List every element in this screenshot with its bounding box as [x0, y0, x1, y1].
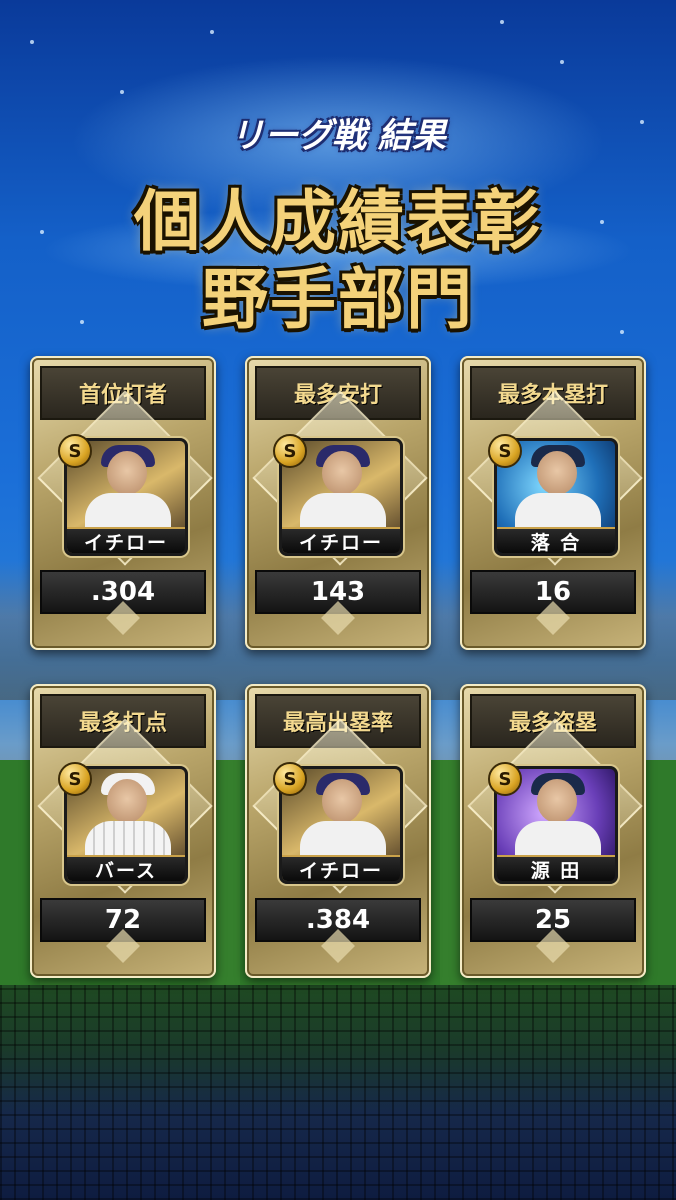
player-name: イチロー [67, 527, 185, 553]
s-rank-badge-icon: S [58, 762, 92, 796]
s-rank-badge-icon: S [273, 762, 307, 796]
result-subtitle: リーグ戦 結果 [230, 116, 446, 156]
s-rank-badge-icon: S [273, 434, 307, 468]
player-name: バース [67, 855, 185, 881]
award-card-home-runs[interactable]: 最多本塁打 S 落 合 16 [460, 356, 646, 650]
award-card-on-base[interactable]: 最高出塁率 S イチロー .384 [245, 684, 431, 978]
backstop-netting [0, 985, 676, 1200]
award-card-batting-title[interactable]: 首位打者 S イチロー .304 [30, 356, 216, 650]
award-card-rbi[interactable]: 最多打点 S バース 72 [30, 684, 216, 978]
player-name: 落 合 [497, 527, 615, 553]
s-rank-badge-icon: S [488, 434, 522, 468]
player-name: 源 田 [497, 855, 615, 881]
s-rank-badge-icon: S [488, 762, 522, 796]
award-category: 野手部門 [202, 261, 474, 338]
player-name: イチロー [282, 855, 400, 881]
player-name: イチロー [282, 527, 400, 553]
award-card-stolen-bases[interactable]: 最多盗塁 S 源 田 25 [460, 684, 646, 978]
s-rank-badge-icon: S [58, 434, 92, 468]
award-card-most-hits[interactable]: 最多安打 S イチロー 143 [245, 356, 431, 650]
